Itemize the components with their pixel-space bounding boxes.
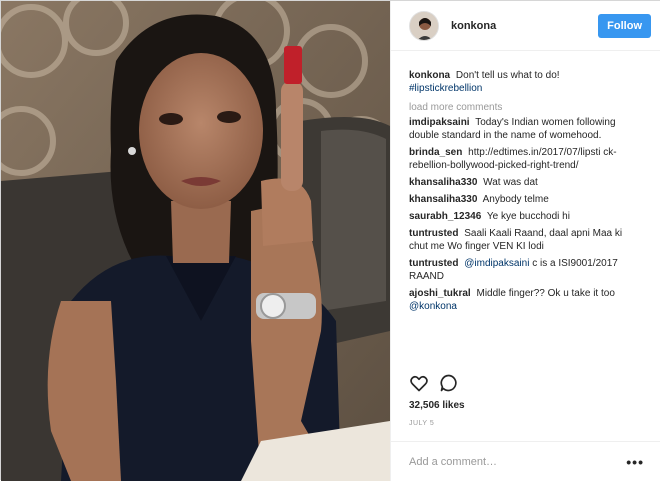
- heart-icon[interactable]: [409, 373, 429, 393]
- post-photo[interactable]: [1, 1, 390, 481]
- comment-item: khansaliha330 Wat was dat: [409, 176, 643, 189]
- avatar[interactable]: [409, 10, 439, 41]
- post-date: JULY 5: [409, 420, 435, 427]
- comment-username[interactable]: brinda_sen: [409, 147, 462, 158]
- comment-item: khansaliha330 Anybody telme: [409, 193, 643, 206]
- caption-hashtag[interactable]: #lipstickrebellion: [409, 83, 482, 94]
- comment-mention[interactable]: @konkona: [409, 301, 457, 312]
- comment-bubble-icon-svg: [440, 374, 457, 392]
- like-count[interactable]: 32,506 likes: [409, 400, 465, 411]
- photo-illustration: [1, 1, 390, 481]
- comment-text: Wat was dat: [483, 177, 538, 188]
- instagram-post-window: konkona Follow konkona Don't tell us wha…: [0, 0, 660, 481]
- comments-list: konkona Don't tell us what to do! #lipst…: [391, 51, 660, 363]
- comment-item: ajoshi_tukral Middle finger?? Ok u take …: [409, 287, 643, 313]
- comment-item: saurabh_12346 Ye kye bucchodi hi: [409, 210, 643, 223]
- post-actions: [409, 373, 459, 393]
- comment-username[interactable]: tuntrusted: [409, 228, 458, 239]
- comment-item: tuntrusted Saali Kaali Raand, daal apni …: [409, 227, 643, 253]
- comment-text: Ye kye bucchodi hi: [486, 211, 570, 222]
- username[interactable]: konkona: [451, 20, 598, 32]
- comment-bubble-icon[interactable]: [439, 373, 459, 393]
- comment-mention[interactable]: @imdipaksaini: [464, 258, 529, 269]
- heart-icon-svg: [410, 375, 428, 392]
- comment-text: Middle finger?? Ok u take it too: [476, 288, 615, 299]
- post-header: konkona Follow: [391, 1, 660, 51]
- comment-item: brinda_sen http://edtimes.in/2017/07/lip…: [409, 146, 643, 172]
- comment-item: imdipaksaini Today's Indian women follow…: [409, 116, 643, 142]
- comment-username[interactable]: ajoshi_tukral: [409, 288, 471, 299]
- comment-username[interactable]: saurabh_12346: [409, 211, 481, 222]
- comment-text: Anybody telme: [482, 194, 549, 205]
- comment-username[interactable]: khansaliha330: [409, 177, 477, 188]
- caption-text: Don't tell us what to do!: [455, 70, 560, 81]
- post-sidebar: konkona Follow konkona Don't tell us wha…: [390, 1, 660, 481]
- load-more-comments-link[interactable]: load more comments: [409, 101, 643, 114]
- comment-username[interactable]: tuntrusted: [409, 258, 458, 269]
- comment-username[interactable]: khansaliha330: [409, 194, 477, 205]
- more-options-icon[interactable]: •••: [626, 454, 644, 470]
- avatar-image: [410, 11, 438, 40]
- add-comment-bar: •••: [391, 441, 660, 481]
- comment-item: tuntrusted @imdipaksaini c is a ISI9001/…: [409, 257, 643, 283]
- comment-username[interactable]: imdipaksaini: [409, 117, 470, 128]
- caption: konkona Don't tell us what to do! #lipst…: [409, 69, 643, 95]
- caption-username[interactable]: konkona: [409, 70, 450, 81]
- follow-button[interactable]: Follow: [598, 13, 651, 38]
- add-comment-input[interactable]: [409, 455, 627, 468]
